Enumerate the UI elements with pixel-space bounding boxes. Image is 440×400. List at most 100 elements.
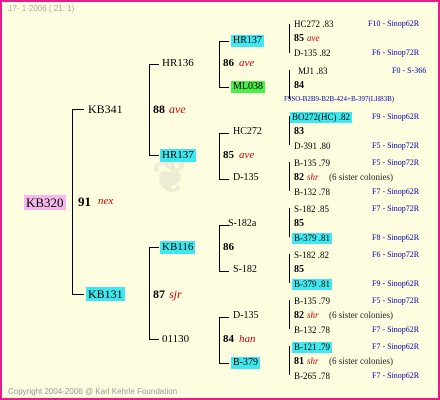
link-g3c-b bbox=[219, 271, 229, 272]
g5-4-sisters: (6 sister colonies) bbox=[329, 172, 393, 182]
link-g3d bbox=[219, 317, 220, 364]
g5-7-group: shr bbox=[307, 310, 319, 320]
g5-3-num: 83 bbox=[294, 126, 304, 137]
gen4-ml038[interactable]: ML038 bbox=[231, 81, 265, 93]
link-g2a-top bbox=[149, 64, 159, 65]
link-g2b bbox=[149, 247, 150, 340]
gen2-kb341-num: 88 bbox=[153, 102, 165, 116]
g5-1-top[interactable]: HC272 .83 bbox=[294, 20, 334, 29]
g5-8-num: 81 bbox=[294, 356, 304, 367]
g5-6-top-ped: F6 - Sinop72R bbox=[372, 250, 420, 259]
gen2-kb341-group: ave bbox=[169, 102, 186, 116]
link-g3d-t bbox=[219, 317, 229, 318]
g5-7-top[interactable]: B-135 .79 bbox=[294, 297, 330, 306]
root-group: nex bbox=[98, 195, 114, 207]
g5-5-num: 85 bbox=[294, 218, 304, 229]
g5-8-bottom-ped: F7 - Sinop62R bbox=[372, 371, 420, 380]
g5-8-group: shr bbox=[307, 356, 319, 366]
link-g4-5 bbox=[289, 208, 290, 237]
link-g2b-top bbox=[149, 247, 159, 248]
gen2-kb131-num: 87 bbox=[153, 287, 165, 301]
link-g2a-bottom bbox=[149, 155, 159, 156]
link-g4-8 bbox=[289, 346, 290, 375]
g5-2-top[interactable]: MJ1 .83 bbox=[298, 67, 328, 76]
link-g4-7 bbox=[289, 300, 290, 329]
g5-1-bottom-ped: F6 - Sinop72R bbox=[372, 48, 420, 57]
g5-4-num: 82 bbox=[294, 172, 304, 183]
gen3-hr136-num: 86 bbox=[223, 57, 234, 69]
gen3-01130-num: 84 bbox=[223, 333, 234, 345]
link-g2b-bottom bbox=[149, 339, 159, 340]
link-g3b-t bbox=[219, 133, 229, 134]
g5-3-bottom[interactable]: D-391 .80 bbox=[294, 142, 331, 151]
footer-copyright: Copyright 2004-2006 @ Karl Kehrle Founda… bbox=[8, 387, 178, 396]
link-root-bottom bbox=[72, 294, 84, 295]
g5-1-num: 85 bbox=[294, 33, 304, 44]
header-date: 17- 1-2006 ( 21: 1) bbox=[8, 4, 75, 13]
link-g4-6 bbox=[289, 254, 290, 283]
g5-6-top[interactable]: S-182 .82 bbox=[294, 251, 329, 260]
gen2-kb131[interactable]: KB131 bbox=[86, 287, 125, 301]
g5-2-bottom[interactable]: F9SO-B2B9-B2B-424+B-397(LH83B) bbox=[284, 96, 394, 103]
gen3-hr137-group: ave bbox=[239, 149, 255, 161]
link-g3a-b bbox=[219, 87, 229, 88]
pedigree-frame: ❦ 17- 1-2006 ( 21: 1) KB320 91 nex KB341… bbox=[0, 0, 440, 400]
gen3-kb116-num: 86 bbox=[223, 241, 234, 253]
g5-1-group: ave bbox=[307, 33, 320, 43]
root-name[interactable]: KB320 bbox=[24, 195, 66, 210]
g5-7-num: 82 bbox=[294, 310, 304, 321]
g5-7-bottom[interactable]: B-132 .78 bbox=[294, 326, 330, 335]
gen3-kb116[interactable]: KB116 bbox=[160, 241, 196, 254]
g5-4-bottom[interactable]: B-132 .78 bbox=[294, 188, 330, 197]
gen3-hr136-group: ave bbox=[239, 57, 255, 69]
gen4-b379[interactable]: B-379 bbox=[231, 357, 260, 369]
gen4-d135b[interactable]: D-135 bbox=[233, 311, 259, 321]
g5-5-top[interactable]: S-182 .85 bbox=[294, 205, 329, 214]
gen3-hr137[interactable]: HR137 bbox=[160, 149, 196, 162]
g5-8-bottom[interactable]: B-265 .78 bbox=[294, 372, 330, 381]
link-g4-4 bbox=[289, 162, 290, 191]
g5-3-bottom-ped: F5 - Sinop72R bbox=[372, 141, 420, 150]
link-g3d-b bbox=[219, 363, 229, 364]
gen4-d135[interactable]: D-135 bbox=[233, 173, 259, 183]
link-root-top bbox=[72, 109, 84, 110]
link-g3c bbox=[219, 225, 220, 272]
gen4-s182a[interactable]: S-182a bbox=[228, 219, 256, 229]
link-g3b bbox=[219, 133, 220, 180]
g5-4-bottom-ped: F7 - Sinop62R bbox=[372, 187, 420, 196]
g5-5-bottom-ped: F8 - Sinop62R bbox=[372, 233, 420, 242]
g5-8-top-ped: F7 - Sinop62R bbox=[372, 342, 420, 351]
g5-6-bottom[interactable]: B-379 .81 bbox=[292, 279, 332, 290]
g5-8-top[interactable]: B-121 .79 bbox=[292, 342, 332, 353]
g5-2-top-ped: F0 - S-366 bbox=[392, 66, 427, 75]
g5-6-num: 85 bbox=[294, 264, 304, 275]
g5-7-bottom-ped: F7 - Sinop62R bbox=[372, 325, 420, 334]
g5-4-group: shr bbox=[307, 172, 319, 182]
g5-4-top[interactable]: B-135 .79 bbox=[294, 159, 330, 168]
gen2-kb341[interactable]: KB341 bbox=[88, 103, 123, 115]
gen3-hr137-num: 85 bbox=[223, 149, 234, 161]
g5-4-top-ped: F5 - Sinop72R bbox=[372, 158, 420, 167]
g5-1-top-ped: F10 - Sinop62R bbox=[368, 19, 420, 28]
link-g2a bbox=[149, 64, 150, 156]
gen3-hr136[interactable]: HR136 bbox=[162, 58, 194, 69]
g5-5-bottom[interactable]: B-379 .81 bbox=[292, 233, 332, 244]
g5-8-sisters: (6 sister colonies) bbox=[329, 356, 393, 366]
g5-7-top-ped: F5 - Sinop72R bbox=[372, 296, 420, 305]
g5-7-sisters: (6 sister colonies) bbox=[329, 310, 393, 320]
g5-6-bottom-ped: F9 - Sinop62R bbox=[372, 279, 420, 288]
gen3-01130-group: han bbox=[239, 333, 256, 345]
g5-3-top[interactable]: BO272(HC) .82 bbox=[290, 112, 352, 123]
g5-3-top-ped: F9 - Sinop62R bbox=[372, 112, 420, 121]
g5-1-bottom[interactable]: D-135 .82 bbox=[294, 49, 331, 58]
g5-5-top-ped: F7 - Sinop72R bbox=[372, 204, 420, 213]
link-g3b-b bbox=[219, 179, 229, 180]
link-g3a-t bbox=[219, 41, 229, 42]
gen4-hc272[interactable]: HC272 bbox=[233, 127, 262, 137]
gen2-kb131-group: sjr bbox=[169, 287, 182, 301]
gen3-01130[interactable]: 01130 bbox=[162, 334, 189, 345]
gen4-s182[interactable]: S-182 bbox=[233, 265, 257, 275]
gen4-hr137[interactable]: HR137 bbox=[231, 35, 264, 47]
link-g3a bbox=[219, 41, 220, 88]
root-num: 91 bbox=[78, 194, 91, 209]
